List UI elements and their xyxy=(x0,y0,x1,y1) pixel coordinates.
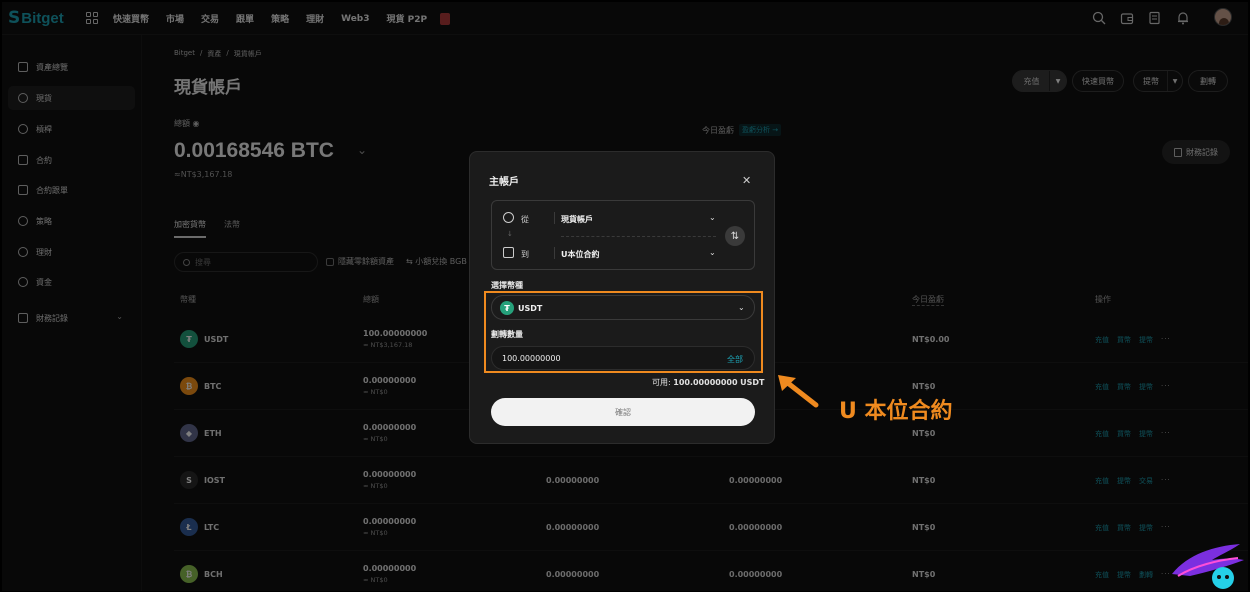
confirm-button[interactable]: 確認 xyxy=(491,398,755,426)
annotation-label: U 本位合約 xyxy=(839,399,953,424)
transfer-route: 從 現貨帳戶 ⌄ ↓ 到 U本位合約 ⌄ ⇅ xyxy=(491,200,755,270)
available-balance: 可用: 100.00000000 USDT xyxy=(652,377,764,388)
available-prefix: 可用: xyxy=(652,378,671,387)
chevron-down-icon[interactable]: ⌄ xyxy=(709,213,716,222)
from-account-icon xyxy=(503,212,514,223)
coin-label: 選擇幣種 xyxy=(491,281,523,290)
mascot-icon[interactable] xyxy=(1168,536,1248,591)
chevron-down-icon[interactable]: ⌄ xyxy=(709,248,716,257)
available-unit: USDT xyxy=(740,378,765,387)
divider xyxy=(554,212,555,224)
modal-title: 主帳戶 xyxy=(489,177,519,188)
route-divider xyxy=(561,236,716,237)
swap-accounts-button[interactable]: ⇅ xyxy=(725,226,745,246)
to-label: 到 xyxy=(521,250,529,259)
highlight-box xyxy=(484,291,763,373)
from-label: 從 xyxy=(521,215,529,224)
close-icon[interactable]: ✕ xyxy=(742,174,751,187)
to-account-icon xyxy=(503,247,514,258)
to-account-select[interactable]: U本位合約 xyxy=(561,249,600,260)
divider xyxy=(554,247,555,259)
app-window: S Bitget 快速買幣 市場 交易 跟單 策略 理財 Web3 現貨 P2P… xyxy=(2,2,1248,591)
arrow-down-icon: ↓ xyxy=(507,230,513,238)
available-value: 100.00000000 xyxy=(673,378,738,387)
annotation-arrow-icon xyxy=(778,375,819,408)
from-account-select[interactable]: 現貨帳戶 xyxy=(561,214,593,225)
